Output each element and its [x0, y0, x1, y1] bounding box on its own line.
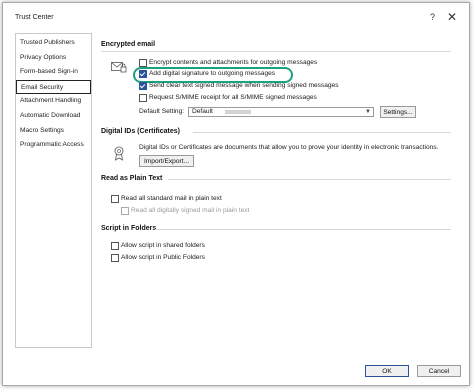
encrypt-contents-checkbox[interactable]: [139, 59, 147, 67]
section-divider: [101, 51, 451, 52]
default-setting-select[interactable]: Default ▼: [188, 107, 374, 117]
cancel-button[interactable]: Cancel: [417, 365, 461, 377]
sidebar-item-privacy-options[interactable]: Privacy Options: [16, 51, 91, 66]
close-button[interactable]: ✕: [447, 10, 457, 24]
highlight-outline: [133, 67, 293, 83]
dialog-title: Trust Center: [15, 14, 54, 21]
redacted-value: [225, 110, 251, 114]
certificate-icon: [114, 146, 124, 161]
read-standard-mail-plain-text-label: Read all standard mail in plain text: [121, 195, 222, 202]
settings-button[interactable]: Settings...: [380, 106, 416, 118]
trust-center-dialog: Trust Center ? ✕ Trusted Publishers Priv…: [2, 2, 470, 386]
digital-ids-description: Digital IDs or Certificates are document…: [139, 144, 439, 151]
sidebar-item-macro-settings[interactable]: Macro Settings: [16, 124, 91, 139]
allow-script-public-folders-label: Allow script in Public Folders: [121, 254, 205, 261]
sidebar-item-trusted-publishers[interactable]: Trusted Publishers: [16, 36, 91, 51]
chevron-down-icon: ▼: [365, 109, 371, 115]
read-standard-mail-plain-text-checkbox[interactable]: [111, 195, 119, 203]
ok-button[interactable]: OK: [365, 365, 409, 377]
section-heading-encrypted-email: Encrypted email: [101, 41, 156, 48]
section-heading-digital-ids: Digital IDs (Certificates): [101, 128, 180, 135]
allow-script-shared-folders-checkbox[interactable]: [111, 242, 119, 250]
allow-script-shared-folders-label: Allow script in shared folders: [121, 242, 205, 249]
sidebar-item-automatic-download[interactable]: Automatic Download: [16, 109, 91, 124]
sidebar-item-email-security[interactable]: Email Security: [16, 79, 91, 95]
read-signed-mail-plain-text-label: Read all digitally signed mail in plain …: [131, 207, 250, 214]
section-heading-read-as-plain-text: Read as Plain Text: [101, 175, 163, 182]
default-setting-label: Default Setting:: [139, 108, 185, 115]
envelope-lock-icon: [111, 62, 127, 73]
section-divider: [155, 229, 451, 230]
section-divider: [193, 132, 451, 133]
request-smime-receipt-label: Request S/MIME receipt for all S/MIME si…: [149, 94, 317, 101]
help-button[interactable]: ?: [430, 12, 435, 22]
section-heading-script-in-folders: Script in Folders: [101, 225, 157, 232]
default-setting-value: Default: [192, 108, 213, 115]
request-smime-receipt-checkbox[interactable]: [139, 94, 147, 102]
sidebar-item-attachment-handling[interactable]: Attachment Handling: [16, 94, 91, 109]
section-divider: [168, 179, 451, 180]
import-export-button[interactable]: Import/Export...: [139, 155, 194, 167]
send-clear-text-checkbox[interactable]: [139, 82, 147, 90]
read-signed-mail-plain-text-checkbox[interactable]: [121, 207, 129, 215]
allow-script-public-folders-checkbox[interactable]: [111, 254, 119, 262]
send-clear-text-label: Send clear text signed message when send…: [149, 82, 339, 89]
encrypt-contents-label: Encrypt contents and attachments for out…: [149, 59, 318, 66]
sidebar: Trusted Publishers Privacy Options Form-…: [15, 33, 92, 348]
sidebar-item-programmatic-access[interactable]: Programmatic Access: [16, 138, 91, 153]
sidebar-item-form-based-sign-in[interactable]: Form-based Sign-in: [16, 65, 91, 80]
